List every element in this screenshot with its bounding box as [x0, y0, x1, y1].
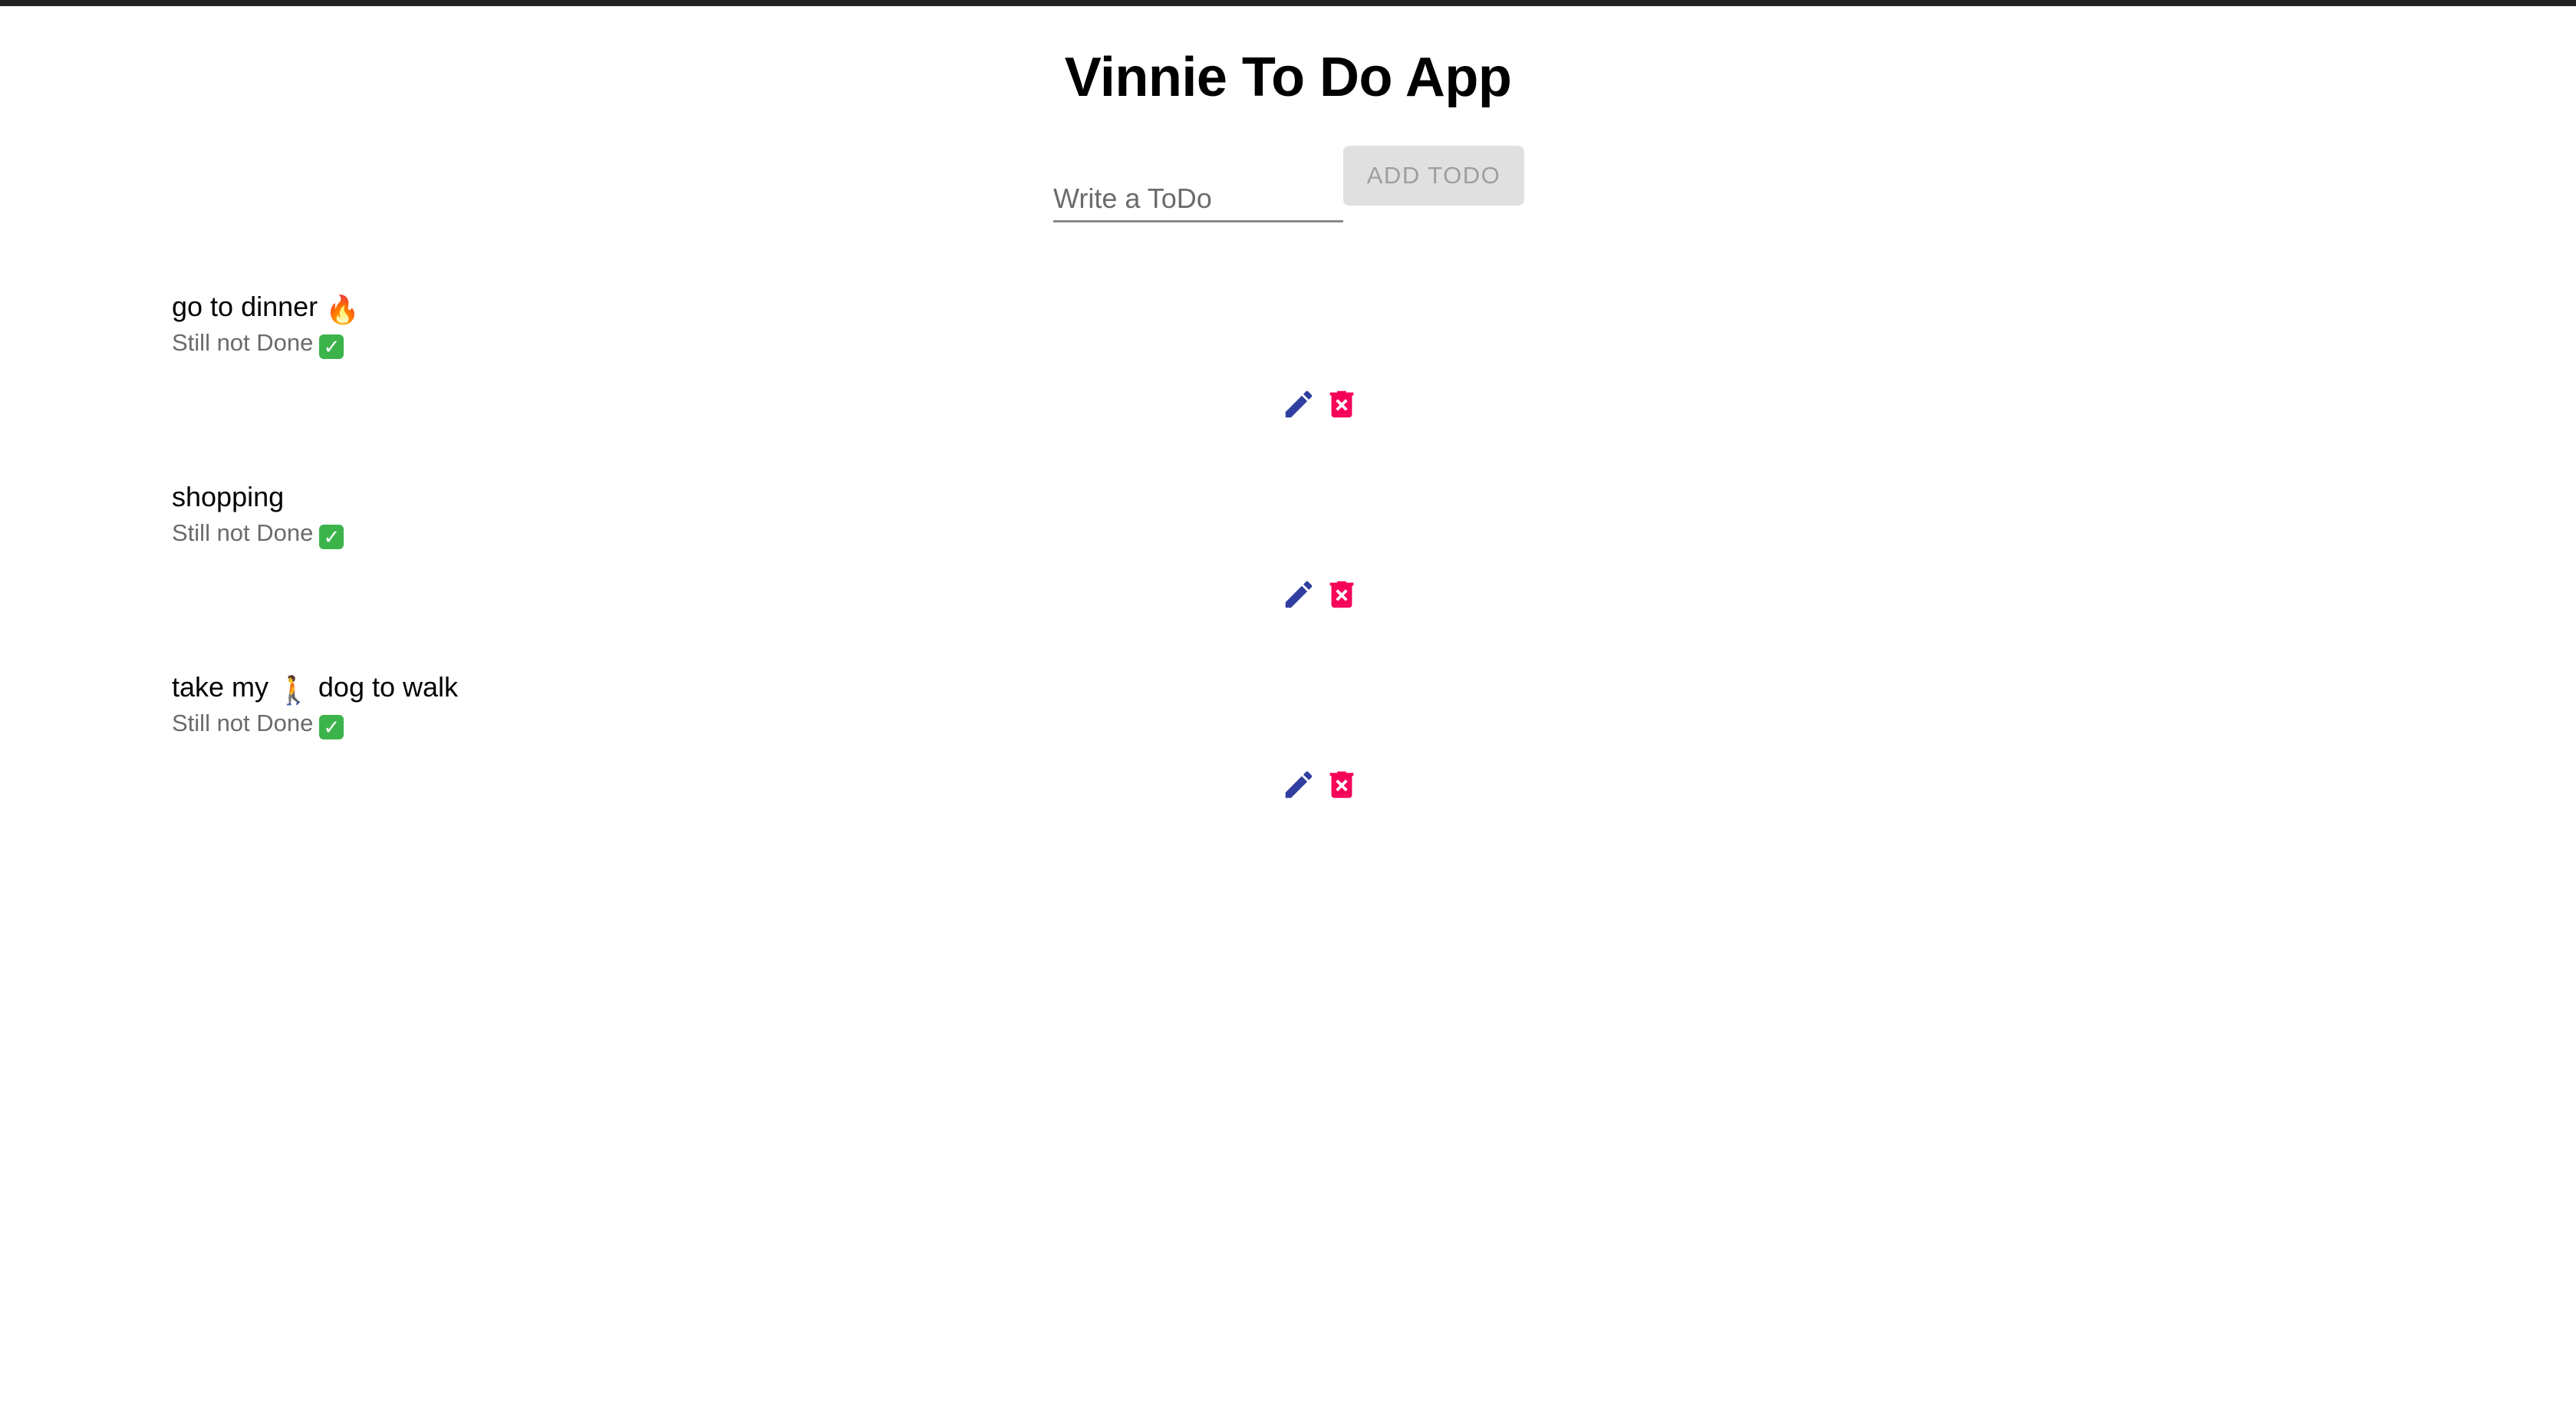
trash-icon — [1329, 581, 1354, 608]
check-mark-button-icon: ✓ — [319, 525, 344, 549]
check-mark-button-icon: ✓ — [319, 334, 344, 359]
todo-text: go to dinner 🔥 — [172, 290, 360, 327]
person-walking-emoji: 🚶 — [276, 674, 311, 706]
add-todo-button[interactable]: ADD TODO — [1343, 146, 1524, 206]
pencil-icon — [1285, 581, 1313, 608]
edit-button[interactable] — [1280, 574, 1318, 615]
todo-text-label: shopping — [172, 481, 285, 512]
delete-button[interactable] — [1323, 574, 1361, 615]
todo-text: shopping — [172, 480, 284, 514]
top-bar — [0, 0, 2576, 6]
check-mark-button-icon: ✓ — [319, 715, 344, 739]
item-actions — [1280, 384, 1364, 425]
todo-status: Still not Done ✓ — [172, 709, 344, 739]
todo-item: shopping Still not Done ✓ — [0, 466, 2576, 657]
todo-status: Still not Done ✓ — [172, 519, 344, 549]
todo-input[interactable] — [1053, 176, 1343, 222]
todo-list: go to dinner 🔥 Still not Done ✓ shopping … — [0, 276, 2576, 847]
trash-icon — [1329, 771, 1354, 799]
todo-form: ADD TODO — [1053, 146, 1524, 226]
trash-icon — [1329, 390, 1354, 418]
todo-text-label-after: dog to walk — [318, 671, 459, 703]
fire-emoji: 🔥 — [325, 294, 360, 325]
todo-status-label: Still not Done — [172, 710, 314, 736]
todo-status: Still not Done ✓ — [172, 328, 344, 359]
page-title: Vinnie To Do App — [1064, 47, 1512, 108]
delete-button[interactable] — [1323, 384, 1361, 425]
pencil-icon — [1285, 390, 1313, 418]
todo-item: go to dinner 🔥 Still not Done ✓ — [0, 276, 2576, 466]
todo-status-label: Still not Done — [172, 329, 314, 356]
edit-button[interactable] — [1280, 764, 1318, 805]
todo-item: take my 🚶 dog to walk Still not Done ✓ — [0, 657, 2576, 847]
delete-button[interactable] — [1323, 764, 1361, 805]
edit-button[interactable] — [1280, 384, 1318, 425]
todo-text: take my 🚶 dog to walk — [172, 670, 458, 707]
todo-status-label: Still not Done — [172, 519, 314, 546]
item-actions — [1280, 574, 1364, 615]
item-actions — [1280, 764, 1364, 805]
pencil-icon — [1285, 771, 1313, 799]
todo-text-label: go to dinner — [172, 291, 318, 322]
todo-text-label: take my — [172, 671, 269, 703]
